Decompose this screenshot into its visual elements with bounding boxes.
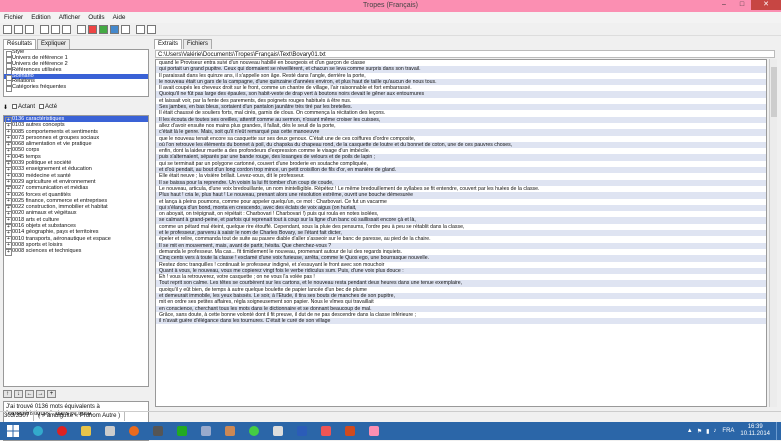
word-icon[interactable] — [292, 423, 312, 439]
save-icon[interactable] — [14, 25, 23, 34]
status-count: 303/3307 — [0, 412, 35, 421]
app4-icon[interactable] — [316, 423, 336, 439]
tab-expliquer[interactable]: Expliquer — [37, 39, 71, 49]
search-icon[interactable] — [136, 25, 145, 34]
menu-fichier[interactable]: Fichier — [0, 12, 27, 23]
text-line[interactable]: il n'avait guère d'élégance dans les tou… — [156, 318, 766, 325]
close-button[interactable]: ✕ — [751, 0, 781, 10]
ie-icon[interactable] — [28, 423, 48, 439]
color-icon[interactable] — [88, 25, 97, 34]
toolbar — [0, 24, 781, 36]
chrome-icon[interactable] — [244, 423, 264, 439]
show-desktop-button[interactable] — [776, 422, 781, 440]
arrow-up-icon[interactable]: ↑ — [3, 390, 12, 398]
tab-extraits[interactable]: Extraits — [154, 39, 183, 49]
acte-checkbox[interactable]: Acté — [39, 103, 57, 110]
arrow-down-icon[interactable]: ↓ — [14, 390, 23, 398]
arrow-left-icon[interactable]: ← — [25, 390, 34, 398]
left-panel: Résultats Expliquer Style Univers de réfé… — [3, 39, 149, 441]
maximize-button[interactable]: □ — [733, 0, 751, 10]
open-icon[interactable] — [3, 25, 12, 34]
menu-aide[interactable]: Aide — [109, 12, 130, 23]
cut-icon[interactable] — [40, 25, 49, 34]
vertical-scrollbar[interactable] — [769, 59, 777, 407]
tray-up-icon[interactable]: ▲ — [687, 428, 693, 434]
window-title: Tropes (Français) — [363, 2, 418, 9]
menu-outils[interactable]: Outils — [84, 12, 108, 23]
sort-arrow-icon[interactable]: ⬇ — [3, 104, 8, 111]
app3-icon[interactable] — [268, 423, 288, 439]
palette-icon[interactable] — [99, 25, 108, 34]
extracts-text[interactable]: quand le Proviseur entra suivi d'un nouv… — [155, 59, 767, 407]
opera-icon[interactable] — [52, 423, 72, 439]
arrow-right-icon[interactable]: → — [36, 390, 45, 398]
network-icon[interactable]: ▮ — [706, 428, 709, 435]
paste-icon[interactable] — [62, 25, 71, 34]
nav-arrows: ↑ ↓ ← → + — [3, 389, 149, 399]
photos-icon[interactable] — [220, 423, 240, 439]
menu-bar: Fichier Edition Afficher Outils Aide — [0, 12, 781, 23]
language-indicator[interactable]: FRA — [722, 428, 734, 434]
menu-edition[interactable]: Edition — [27, 12, 55, 23]
tropes-icon[interactable] — [364, 423, 384, 439]
category-tree: 0136 caractéristiques0103 autres concept… — [3, 115, 149, 387]
app-icon[interactable] — [100, 423, 120, 439]
app2-icon[interactable] — [196, 423, 216, 439]
actant-acte-bar: ⬇ Actant Acté — [3, 101, 149, 113]
windows-start-button[interactable] — [0, 422, 26, 440]
copy-icon[interactable] — [51, 25, 60, 34]
help-icon[interactable] — [147, 25, 156, 34]
flag-icon[interactable]: ⚑ — [697, 428, 702, 435]
graph-icon[interactable] — [77, 25, 86, 34]
status-bar: 303/3307 ( » ambiguïté « Pronom Autre ) — [0, 411, 781, 421]
menu-afficher[interactable]: Afficher — [55, 12, 85, 23]
category-item[interactable]: 0008 sciences et techniques — [4, 248, 148, 257]
print-icon[interactable] — [25, 25, 34, 34]
app-window: Tropes (Français) – □ ✕ Fichier Edition … — [0, 0, 781, 441]
tab-resultats[interactable]: Résultats — [3, 39, 37, 49]
minimize-button[interactable]: – — [715, 0, 733, 10]
media-icon[interactable] — [148, 423, 168, 439]
result-type-list: Style Univers de référence 1 Univers de ré… — [3, 49, 149, 97]
taskbar: ▲ ⚑ ▮ ♪ FRA 16:39 10.11.2014 — [0, 422, 781, 440]
status-mode: ( » ambiguïté « Pronom Autre ) — [34, 412, 126, 421]
firefox-icon[interactable] — [124, 423, 144, 439]
actant-checkbox[interactable]: Actant — [12, 103, 35, 110]
file-path: C:\Users\Valérie\Documents\Tropes\França… — [155, 50, 775, 58]
volume-icon[interactable]: ♪ — [713, 428, 716, 434]
right-panel: Extraits Fichiers C:\Users\Valérie\Docum… — [152, 39, 778, 408]
title-bar: Tropes (Français) – □ ✕ — [0, 0, 781, 12]
tab-fichiers[interactable]: Fichiers — [183, 39, 213, 49]
list-icon[interactable] — [121, 25, 130, 34]
clock[interactable]: 16:39 10.11.2014 — [740, 424, 770, 438]
system-tray: ▲ ⚑ ▮ ♪ FRA 16:39 10.11.2014 — [687, 422, 781, 440]
expand-icon[interactable]: + — [47, 390, 56, 398]
explorer-icon[interactable] — [76, 423, 96, 439]
powerpoint-icon[interactable] — [340, 423, 360, 439]
store-icon[interactable] — [172, 423, 192, 439]
chart-icon[interactable] — [110, 25, 119, 34]
filter-item[interactable]: Catégories fréquentes — [4, 84, 148, 93]
